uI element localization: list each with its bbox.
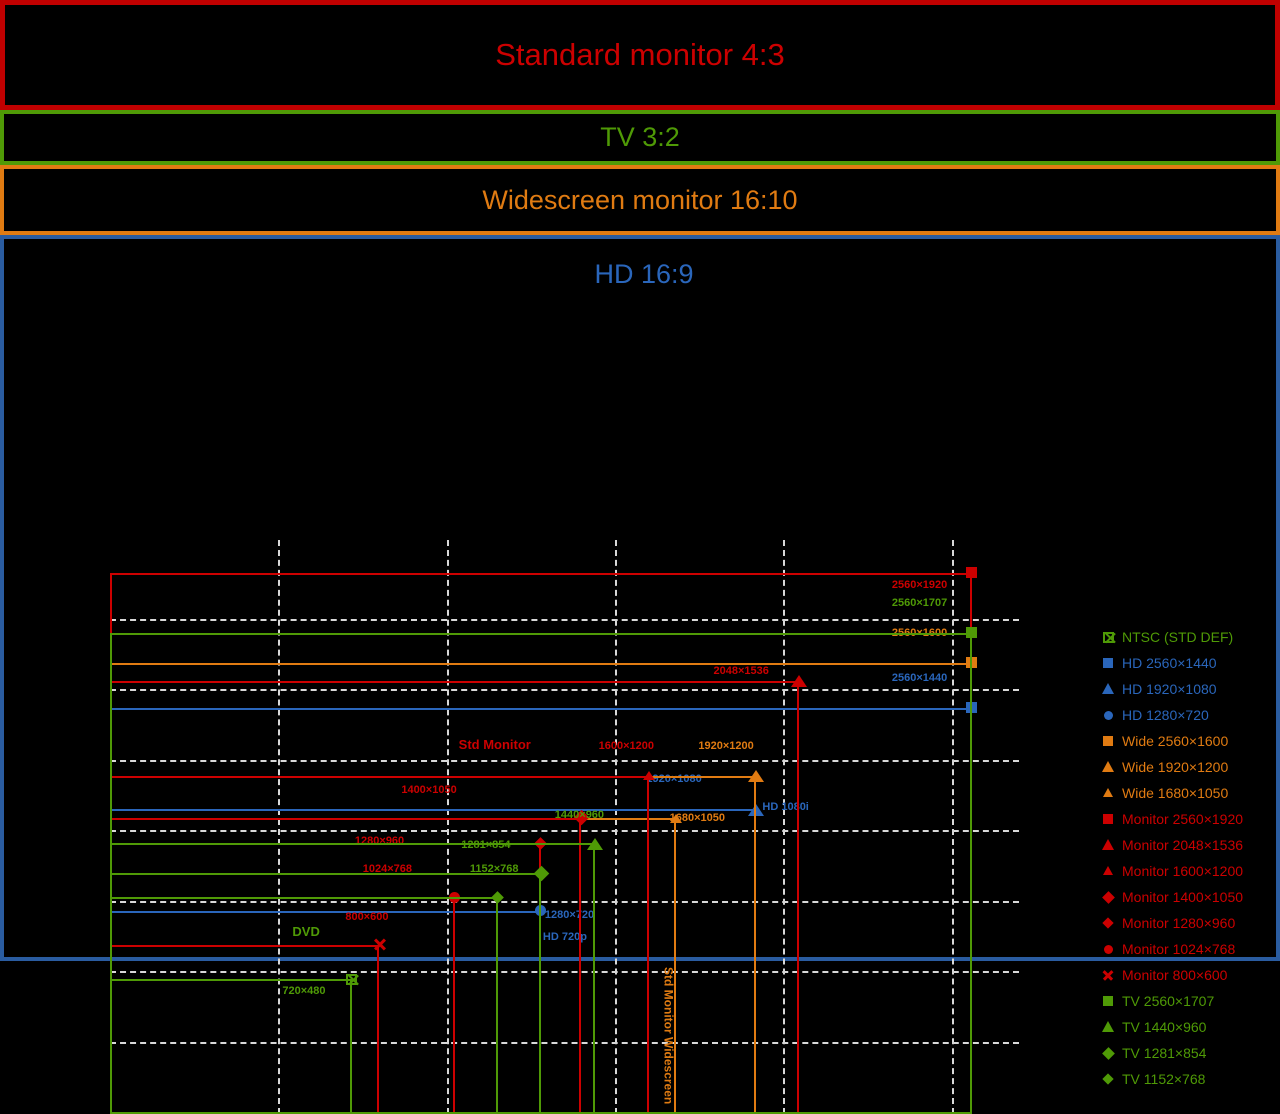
legend-item[interactable]: TV 1152×768 xyxy=(1100,1066,1280,1092)
legend-marker-triangle-icon xyxy=(1100,1019,1116,1035)
chart-point-label: 1152×768 xyxy=(469,863,519,876)
legend-item[interactable]: Monitor 1600×1200 xyxy=(1100,858,1280,884)
legend-item-label: Monitor 800×600 xyxy=(1122,967,1228,983)
chart-title: HD 16:9 xyxy=(594,259,694,289)
legend-item[interactable]: TV 2560×1707 xyxy=(1100,988,1280,1014)
legend-item-label: TV 1440×960 xyxy=(1122,1019,1207,1035)
banner-widescreen-monitor-16-10-label: Widescreen monitor 16:10 xyxy=(482,184,798,215)
legend-marker-square-icon xyxy=(1100,655,1116,671)
legend-marker-diamond-icon xyxy=(1100,1045,1116,1061)
chart-plot-area: 720×480 DVD 2560×1440 1920×1080 HD 1080i 1280… xyxy=(110,540,1019,1114)
legend-item[interactable]: Wide 1920×1200 xyxy=(1100,754,1280,780)
legend-item[interactable]: Monitor 2048×1536 xyxy=(1100,832,1280,858)
legend-item-label: Monitor 1400×1050 xyxy=(1122,889,1244,905)
legend-item-label: Monitor 1600×1200 xyxy=(1122,863,1244,879)
legend-item[interactable]: HD 2560×1440 xyxy=(1100,650,1280,676)
legend-marker-triangle-icon xyxy=(1100,837,1116,853)
legend-item[interactable]: Wide 2560×1600 xyxy=(1100,728,1280,754)
banner-standard-monitor-4-3-label: Standard monitor 4:3 xyxy=(495,37,785,72)
chart-marker-square-icon xyxy=(966,567,978,579)
legend-item[interactable]: NTSC (STD DEF) xyxy=(1100,624,1280,650)
legend-marker-diamond-small-icon xyxy=(1100,1071,1116,1087)
chart-resolution-rect xyxy=(110,897,498,1114)
legend-item-label: Monitor 2560×1920 xyxy=(1122,811,1244,827)
legend-item-label: Monitor 1280×960 xyxy=(1122,915,1236,931)
banner-tv-3-2-label: TV 3:2 xyxy=(600,122,680,152)
chart-point-label: 2560×1920 xyxy=(891,578,948,591)
legend-item-label: HD 1280×720 xyxy=(1122,707,1209,723)
chart-legend: NTSC (STD DEF) HD 2560×1440 HD 1920×1080 HD… xyxy=(1100,624,1280,1092)
banner-hd-16-9: HD 16:9 720×480 DVD 2560×1440 1920×1080 HD 1… xyxy=(0,235,1280,1114)
chart-marker-square-icon xyxy=(966,627,978,639)
legend-item[interactable]: Monitor 1280×960 xyxy=(1100,910,1280,936)
legend-marker-triangle-icon xyxy=(1100,681,1116,697)
banner-widescreen-monitor-16-10: Widescreen monitor 16:10 xyxy=(0,165,1280,235)
legend-item-label: HD 1920×1080 xyxy=(1122,681,1217,697)
legend-item-label: Wide 1920×1200 xyxy=(1122,759,1229,775)
legend-item[interactable]: HD 1920×1080 xyxy=(1100,676,1280,702)
legend-marker-square-icon xyxy=(1100,993,1116,1009)
legend-marker-circle-icon xyxy=(1100,707,1116,723)
legend-marker-triangle-small-icon xyxy=(1100,863,1116,879)
legend-item-label: HD 2560×1440 xyxy=(1122,655,1217,671)
legend-marker-x-icon xyxy=(1100,967,1116,983)
legend-marker-square-icon xyxy=(1100,733,1116,749)
legend-item[interactable]: Monitor 2560×1920 xyxy=(1100,806,1280,832)
chart-marker-triangle-icon xyxy=(586,837,603,850)
legend-item[interactable]: TV 1440×960 xyxy=(1100,1014,1280,1040)
legend-item[interactable]: Monitor 1024×768 xyxy=(1100,936,1280,962)
legend-item[interactable]: Monitor 800×600 xyxy=(1100,962,1280,988)
legend-marker-triangle-icon xyxy=(1100,759,1116,775)
legend-item-label: TV 2560×1707 xyxy=(1122,993,1215,1009)
legend-marker-square-icon xyxy=(1100,811,1116,827)
chart-point-label: 1440×960 xyxy=(554,809,605,822)
legend-item[interactable]: Wide 1680×1050 xyxy=(1100,780,1280,806)
legend-marker-diamond-icon xyxy=(1100,889,1116,905)
banner-standard-monitor-4-3: Standard monitor 4:3 xyxy=(0,0,1280,110)
legend-marker-circle-icon xyxy=(1100,941,1116,957)
chart-point-label: 2560×1707 xyxy=(891,596,948,609)
legend-item-label: Wide 1680×1050 xyxy=(1122,785,1229,801)
legend-marker-diamond-small-icon xyxy=(1100,915,1116,931)
legend-item-label: Monitor 1024×768 xyxy=(1122,941,1236,957)
chart-point-label: 1281×854 xyxy=(461,839,511,852)
legend-item[interactable]: HD 1280×720 xyxy=(1100,702,1280,728)
legend-marker-xbox-icon xyxy=(1100,629,1116,645)
legend-item[interactable]: TV 1281×854 xyxy=(1100,1040,1280,1066)
legend-marker-triangle-small-icon xyxy=(1100,785,1116,801)
legend-item-label: NTSC (STD DEF) xyxy=(1122,629,1234,645)
banner-tv-3-2: TV 3:2 xyxy=(0,110,1280,165)
legend-item-label: TV 1152×768 xyxy=(1122,1071,1206,1087)
legend-item-label: Wide 2560×1600 xyxy=(1122,733,1229,749)
legend-item[interactable]: Monitor 1400×1050 xyxy=(1100,884,1280,910)
legend-item-label: Monitor 2048×1536 xyxy=(1122,837,1244,853)
legend-item-label: TV 1281×854 xyxy=(1122,1045,1207,1061)
